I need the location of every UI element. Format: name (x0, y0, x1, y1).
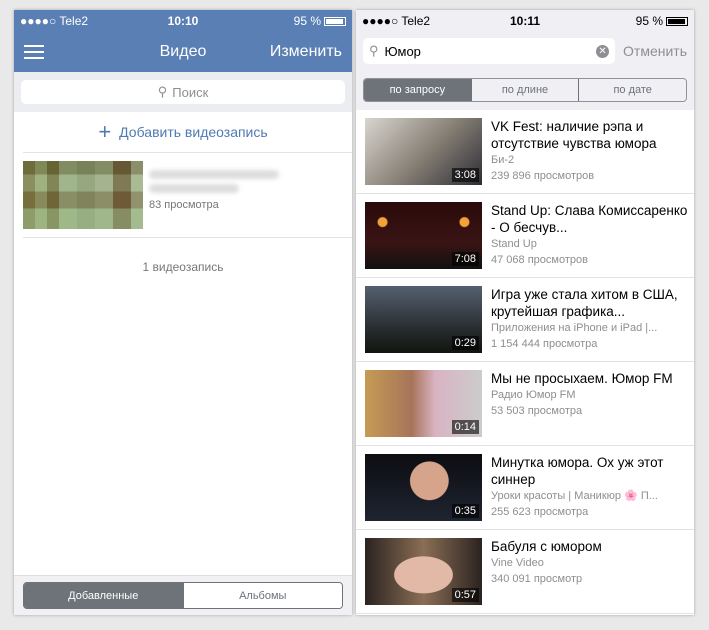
video-views: 239 896 просмотров (491, 170, 595, 182)
video-author[interactable]: Уроки красоты | Маникюр 🌸 П... (491, 488, 691, 504)
video-views: 255 623 просмотра (491, 506, 589, 518)
video-list: 3:08 VK Fest: наличие рэпа и отсутствие … (356, 110, 694, 614)
video-thumbnail: 0:29 (365, 286, 482, 353)
video-title: Игра уже стала хитом в США, крутейшая гр… (491, 287, 678, 319)
video-views: 47 068 просмотров (491, 254, 588, 266)
video-author[interactable]: Stand Up (491, 236, 691, 252)
video-duration: 0:14 (451, 420, 479, 434)
video-item[interactable]: 0:29 Игра уже стала хитом в США, крутейш… (356, 278, 694, 362)
search-value: Юмор (384, 43, 421, 59)
left-screen: ●●●●○ Tele2 10:10 95 % Видео Изменить ⚲ П… (14, 10, 352, 615)
search-bar: ⚲ Поиск (14, 72, 352, 112)
video-item[interactable]: 83 просмотра (14, 153, 352, 237)
video-item[interactable]: 3:08 VK Fest: наличие рэпа и отсутствие … (356, 110, 694, 194)
sort-by-date[interactable]: по дате (578, 79, 686, 101)
video-item[interactable]: 0:14 Мы не просыхаем. Юмор FM Радио Юмор … (356, 362, 694, 446)
video-title: Минутка юмора. Ох уж этот синнер (491, 455, 664, 487)
video-views: 53 503 просмотра (491, 405, 583, 417)
nav-bar: Видео Изменить (14, 32, 352, 72)
status-bar: ●●●●○ Tele2 10:11 95 % (356, 10, 694, 32)
menu-icon[interactable] (24, 45, 44, 59)
divider (23, 237, 352, 238)
search-placeholder: Поиск (172, 84, 209, 100)
video-title: Мы не просыхаем. Юмор FM (491, 371, 673, 386)
battery-icon (666, 17, 688, 27)
video-duration: 3:08 (451, 168, 479, 182)
video-thumbnail (23, 161, 143, 229)
video-item[interactable]: 0:35 Минутка юмора. Ох уж этот синнер Уро… (356, 446, 694, 530)
battery-percent: 95 % (293, 14, 321, 28)
search-icon: ⚲ (157, 84, 168, 99)
cancel-button[interactable]: Отменить (623, 43, 687, 59)
carrier: ●●●●○ Tele2 (362, 14, 431, 28)
battery: 95 % (636, 14, 688, 28)
video-duration: 0:57 (451, 588, 479, 602)
video-item[interactable]: 7:08 Stand Up: Слава Комиссаренко - О бе… (356, 194, 694, 278)
battery-icon (324, 17, 346, 27)
video-title: Stand Up: Слава Комиссаренко - О бесчув.… (491, 203, 688, 235)
tab-albums[interactable]: Альбомы (182, 583, 342, 608)
video-title: VK Fest: наличие рэпа и отсутствие чувст… (491, 119, 657, 151)
video-author[interactable]: Приложения на iPhone и iPad |... (491, 320, 691, 336)
edit-button[interactable]: Изменить (270, 43, 342, 61)
add-video-button[interactable]: + Добавить видеозапись (14, 112, 352, 152)
video-thumbnail: 0:57 (365, 538, 482, 605)
sort-segmented-control: по запросу по длине по дате (363, 78, 687, 102)
battery: 95 % (294, 14, 346, 28)
video-author[interactable]: Vine Video (491, 555, 691, 571)
video-title: Бабуля с юмором (491, 539, 602, 554)
right-screen: ●●●●○ Tele2 10:11 95 % ⚲ Юмор ✕ Отменить… (356, 10, 694, 615)
video-views: 83 просмотра (149, 199, 219, 211)
carrier: ●●●●○ Tele2 (20, 14, 89, 28)
sort-by-query[interactable]: по запросу (364, 79, 471, 101)
video-author[interactable]: Би-2 (491, 152, 691, 168)
plus-icon: + (98, 119, 112, 144)
blurred-author (149, 184, 239, 193)
battery-percent: 95 % (635, 14, 663, 28)
sort-by-length[interactable]: по длине (470, 79, 579, 101)
video-views: 1 154 444 просмотра (491, 338, 598, 350)
video-thumbnail: 0:35 (365, 454, 482, 521)
search-input[interactable]: ⚲ Юмор ✕ (363, 38, 616, 64)
search-header: ⚲ Юмор ✕ Отменить по запросу по длине по… (356, 32, 694, 110)
video-author[interactable]: Радио Юмор FM (491, 387, 691, 403)
video-duration: 0:29 (451, 336, 479, 350)
video-count: 1 видеозапись (142, 260, 224, 274)
blurred-title (149, 170, 279, 179)
video-duration: 7:08 (451, 252, 479, 266)
bottom-tabs: Добавленные Альбомы (14, 575, 352, 615)
video-duration: 0:35 (451, 504, 479, 518)
tab-added[interactable]: Добавленные (24, 583, 183, 608)
video-thumbnail: 0:14 (365, 370, 482, 437)
status-bar: ●●●●○ Tele2 10:10 95 % (14, 10, 352, 32)
clear-icon[interactable]: ✕ (596, 44, 610, 58)
video-thumbnail: 7:08 (365, 202, 482, 269)
search-input[interactable]: ⚲ Поиск (21, 80, 345, 104)
add-video-label: Добавить видеозапись (119, 124, 268, 140)
video-item[interactable]: 0:57 Бабуля с юмором Vine Video 340 091 пр… (356, 530, 694, 614)
video-views: 340 091 просмотр (491, 573, 583, 585)
video-thumbnail: 3:08 (365, 118, 482, 185)
search-icon: ⚲ (369, 43, 379, 58)
